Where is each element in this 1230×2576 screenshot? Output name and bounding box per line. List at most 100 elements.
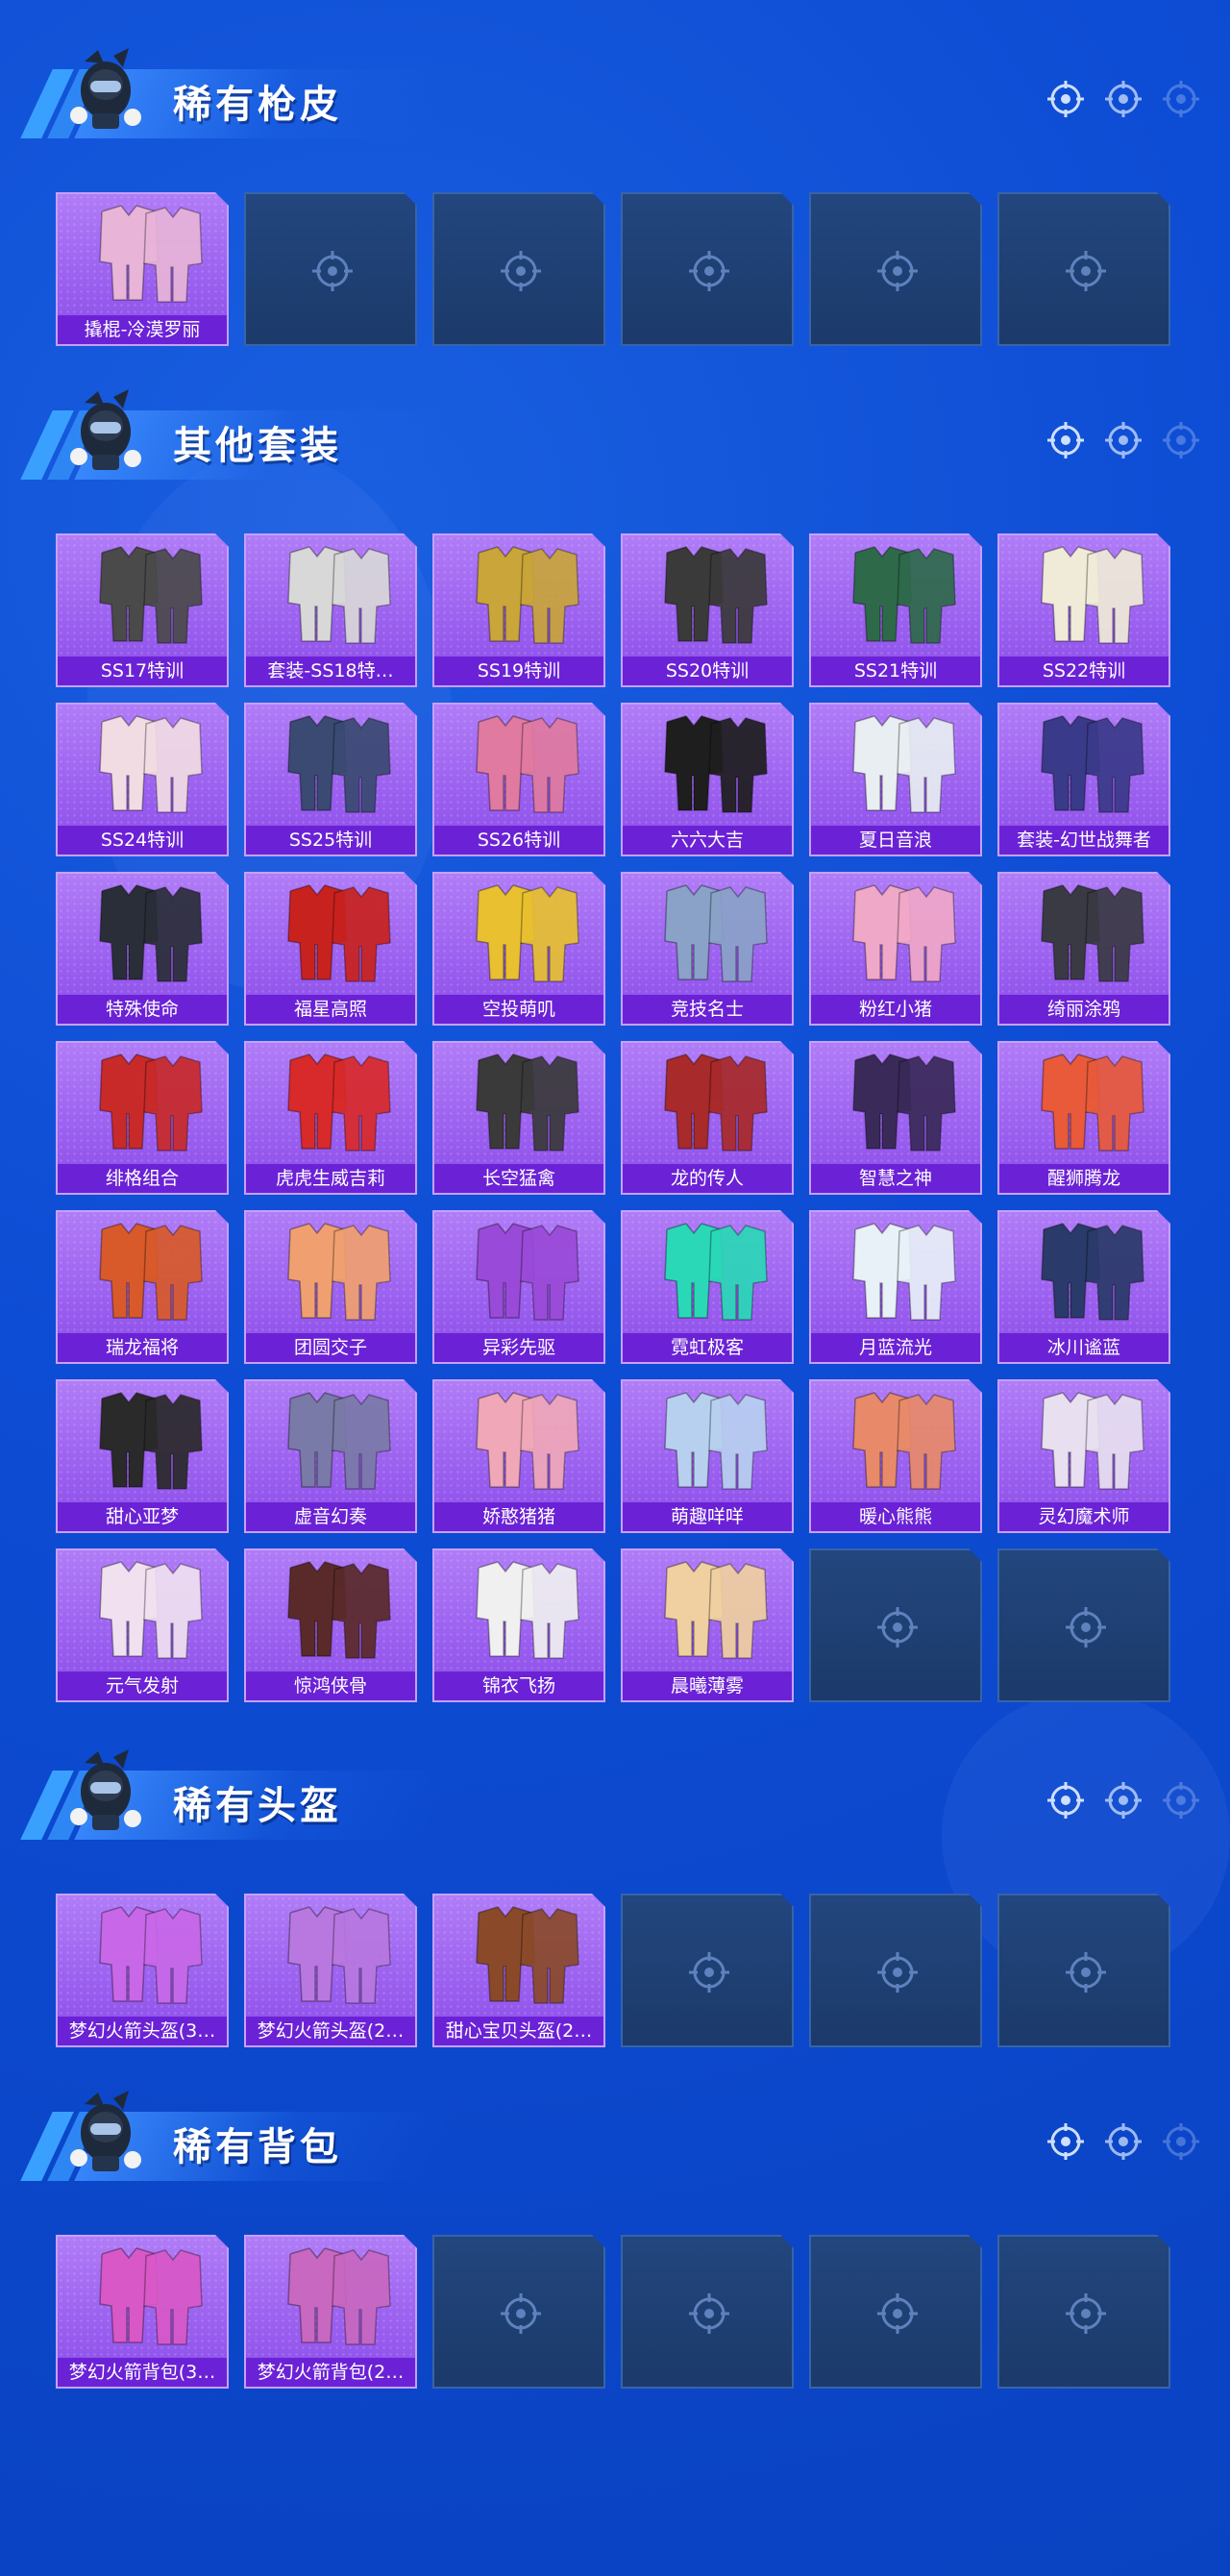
item-card[interactable]: SS25特训 [244, 703, 417, 856]
item-card[interactable]: 绮丽涂鸦 [997, 872, 1170, 1026]
item-card[interactable]: 撬棍-冷漠罗丽 [56, 192, 229, 346]
item-label: 长空猛禽 [434, 1164, 603, 1193]
item-card[interactable]: 暖心熊熊 [809, 1379, 982, 1533]
item-card[interactable]: 虎虎生威吉莉 [244, 1041, 417, 1195]
item-image [1041, 546, 1144, 644]
item-label: 锦衣飞扬 [434, 1672, 603, 1700]
item-card[interactable]: 锦衣飞扬 [432, 1548, 605, 1702]
item-card[interactable]: 冰川谧蓝 [997, 1210, 1170, 1364]
item-image [99, 205, 203, 303]
item-grid: 梦幻火箭头盔(3… 梦幻火箭头盔(2… 甜心宝贝头盔(2… [56, 1894, 1170, 2047]
placeholder-crosshair-icon [1066, 1952, 1106, 1993]
item-card[interactable]: 竞技名士 [621, 872, 794, 1026]
item-card[interactable]: SS20特训 [621, 533, 794, 687]
item-card[interactable]: 虚音幻奏 [244, 1379, 417, 1533]
target-crosshair-icon [1163, 2123, 1199, 2160]
item-image [476, 1906, 579, 2004]
item-card[interactable]: 娇憨猪猪 [432, 1379, 605, 1533]
empty-slot [997, 192, 1170, 346]
item-image [99, 1223, 203, 1321]
item-image [1041, 1223, 1144, 1321]
item-card[interactable]: 异彩先驱 [432, 1210, 605, 1364]
item-card[interactable]: 长空猛禽 [432, 1041, 605, 1195]
item-card[interactable]: 梦幻火箭背包(3… [56, 2235, 229, 2389]
item-card[interactable]: 梦幻火箭背包(2… [244, 2235, 417, 2389]
item-card[interactable]: 团圆交子 [244, 1210, 417, 1364]
placeholder-crosshair-icon [877, 2293, 918, 2334]
target-crosshair-icon [1105, 2123, 1142, 2160]
item-label: 虎虎生威吉莉 [246, 1164, 415, 1193]
item-card[interactable]: 月蓝流光 [809, 1210, 982, 1364]
item-card[interactable]: 霓虹极客 [621, 1210, 794, 1364]
item-label: 梦幻火箭背包(3… [58, 2358, 227, 2387]
item-image [99, 1561, 203, 1659]
placeholder-crosshair-icon [1066, 1607, 1106, 1647]
item-card[interactable]: 醒狮腾龙 [997, 1041, 1170, 1195]
item-image [287, 546, 391, 644]
target-crosshair-icon [1105, 1782, 1142, 1819]
item-card[interactable]: 福星高照 [244, 872, 417, 1026]
target-crosshair-icon [1105, 81, 1142, 117]
item-label: SS26特训 [434, 826, 603, 855]
item-card[interactable]: 六六大吉 [621, 703, 794, 856]
placeholder-crosshair-icon [1066, 251, 1106, 291]
item-label: 粉红小猪 [811, 995, 980, 1024]
item-card[interactable]: 瑞龙福将 [56, 1210, 229, 1364]
empty-slot [809, 1548, 982, 1702]
item-card[interactable]: 夏日音浪 [809, 703, 982, 856]
item-label: 夏日音浪 [811, 826, 980, 855]
item-label: 萌趣咩咩 [623, 1502, 792, 1531]
item-grid: 梦幻火箭背包(3… 梦幻火箭背包(2… [56, 2235, 1170, 2389]
item-card[interactable]: 甜心宝贝头盔(2… [432, 1894, 605, 2047]
item-card[interactable]: 套装-SS18特… [244, 533, 417, 687]
target-crosshair-icon [1047, 1782, 1084, 1819]
item-card[interactable]: 晨曦薄雾 [621, 1548, 794, 1702]
header-decoration [20, 38, 453, 144]
item-image [99, 1392, 203, 1490]
empty-slot [997, 1548, 1170, 1702]
item-card[interactable]: 梦幻火箭头盔(2… [244, 1894, 417, 2047]
item-image [852, 1392, 956, 1490]
item-label: 梦幻火箭头盔(2… [246, 2017, 415, 2045]
item-label: 绮丽涂鸦 [999, 995, 1168, 1024]
empty-slot [809, 192, 982, 346]
item-card[interactable]: 萌趣咩咩 [621, 1379, 794, 1533]
header-targets [1046, 1780, 1201, 1821]
item-card[interactable]: 粉红小猪 [809, 872, 982, 1026]
item-card[interactable]: 套装-幻世战舞者 [997, 703, 1170, 856]
item-card[interactable]: 梦幻火箭头盔(3… [56, 1894, 229, 2047]
item-card[interactable]: SS19特训 [432, 533, 605, 687]
mascot-icon [70, 2091, 141, 2171]
item-image [664, 1053, 768, 1152]
item-card[interactable]: SS24特训 [56, 703, 229, 856]
item-card[interactable]: 甜心亚梦 [56, 1379, 229, 1533]
item-card[interactable]: 龙的传人 [621, 1041, 794, 1195]
item-image [476, 715, 579, 813]
item-image [852, 1223, 956, 1321]
item-image [1041, 884, 1144, 982]
item-image [476, 1561, 579, 1659]
item-card[interactable]: 灵幻魔术师 [997, 1379, 1170, 1533]
item-card[interactable]: 惊鸿侠骨 [244, 1548, 417, 1702]
empty-slot [244, 192, 417, 346]
item-label: 瑞龙福将 [58, 1333, 227, 1362]
item-card[interactable]: 特殊使命 [56, 872, 229, 1026]
item-card[interactable]: 智慧之神 [809, 1041, 982, 1195]
item-card[interactable]: 空投萌叽 [432, 872, 605, 1026]
item-card[interactable]: SS26特训 [432, 703, 605, 856]
item-image [99, 715, 203, 813]
item-card[interactable]: SS21特训 [809, 533, 982, 687]
placeholder-crosshair-icon [501, 2293, 541, 2334]
item-image [287, 1561, 391, 1659]
item-image [476, 884, 579, 982]
mascot-icon [70, 389, 141, 470]
item-label: 甜心亚梦 [58, 1502, 227, 1531]
item-card[interactable]: 绯格组合 [56, 1041, 229, 1195]
item-card[interactable]: SS17特训 [56, 533, 229, 687]
item-card[interactable]: SS22特训 [997, 533, 1170, 687]
section-title: 稀有背包 [173, 2125, 342, 2169]
header-targets [1046, 2121, 1201, 2162]
item-image [664, 715, 768, 813]
item-card[interactable]: 元气发射 [56, 1548, 229, 1702]
item-label: 空投萌叽 [434, 995, 603, 1024]
